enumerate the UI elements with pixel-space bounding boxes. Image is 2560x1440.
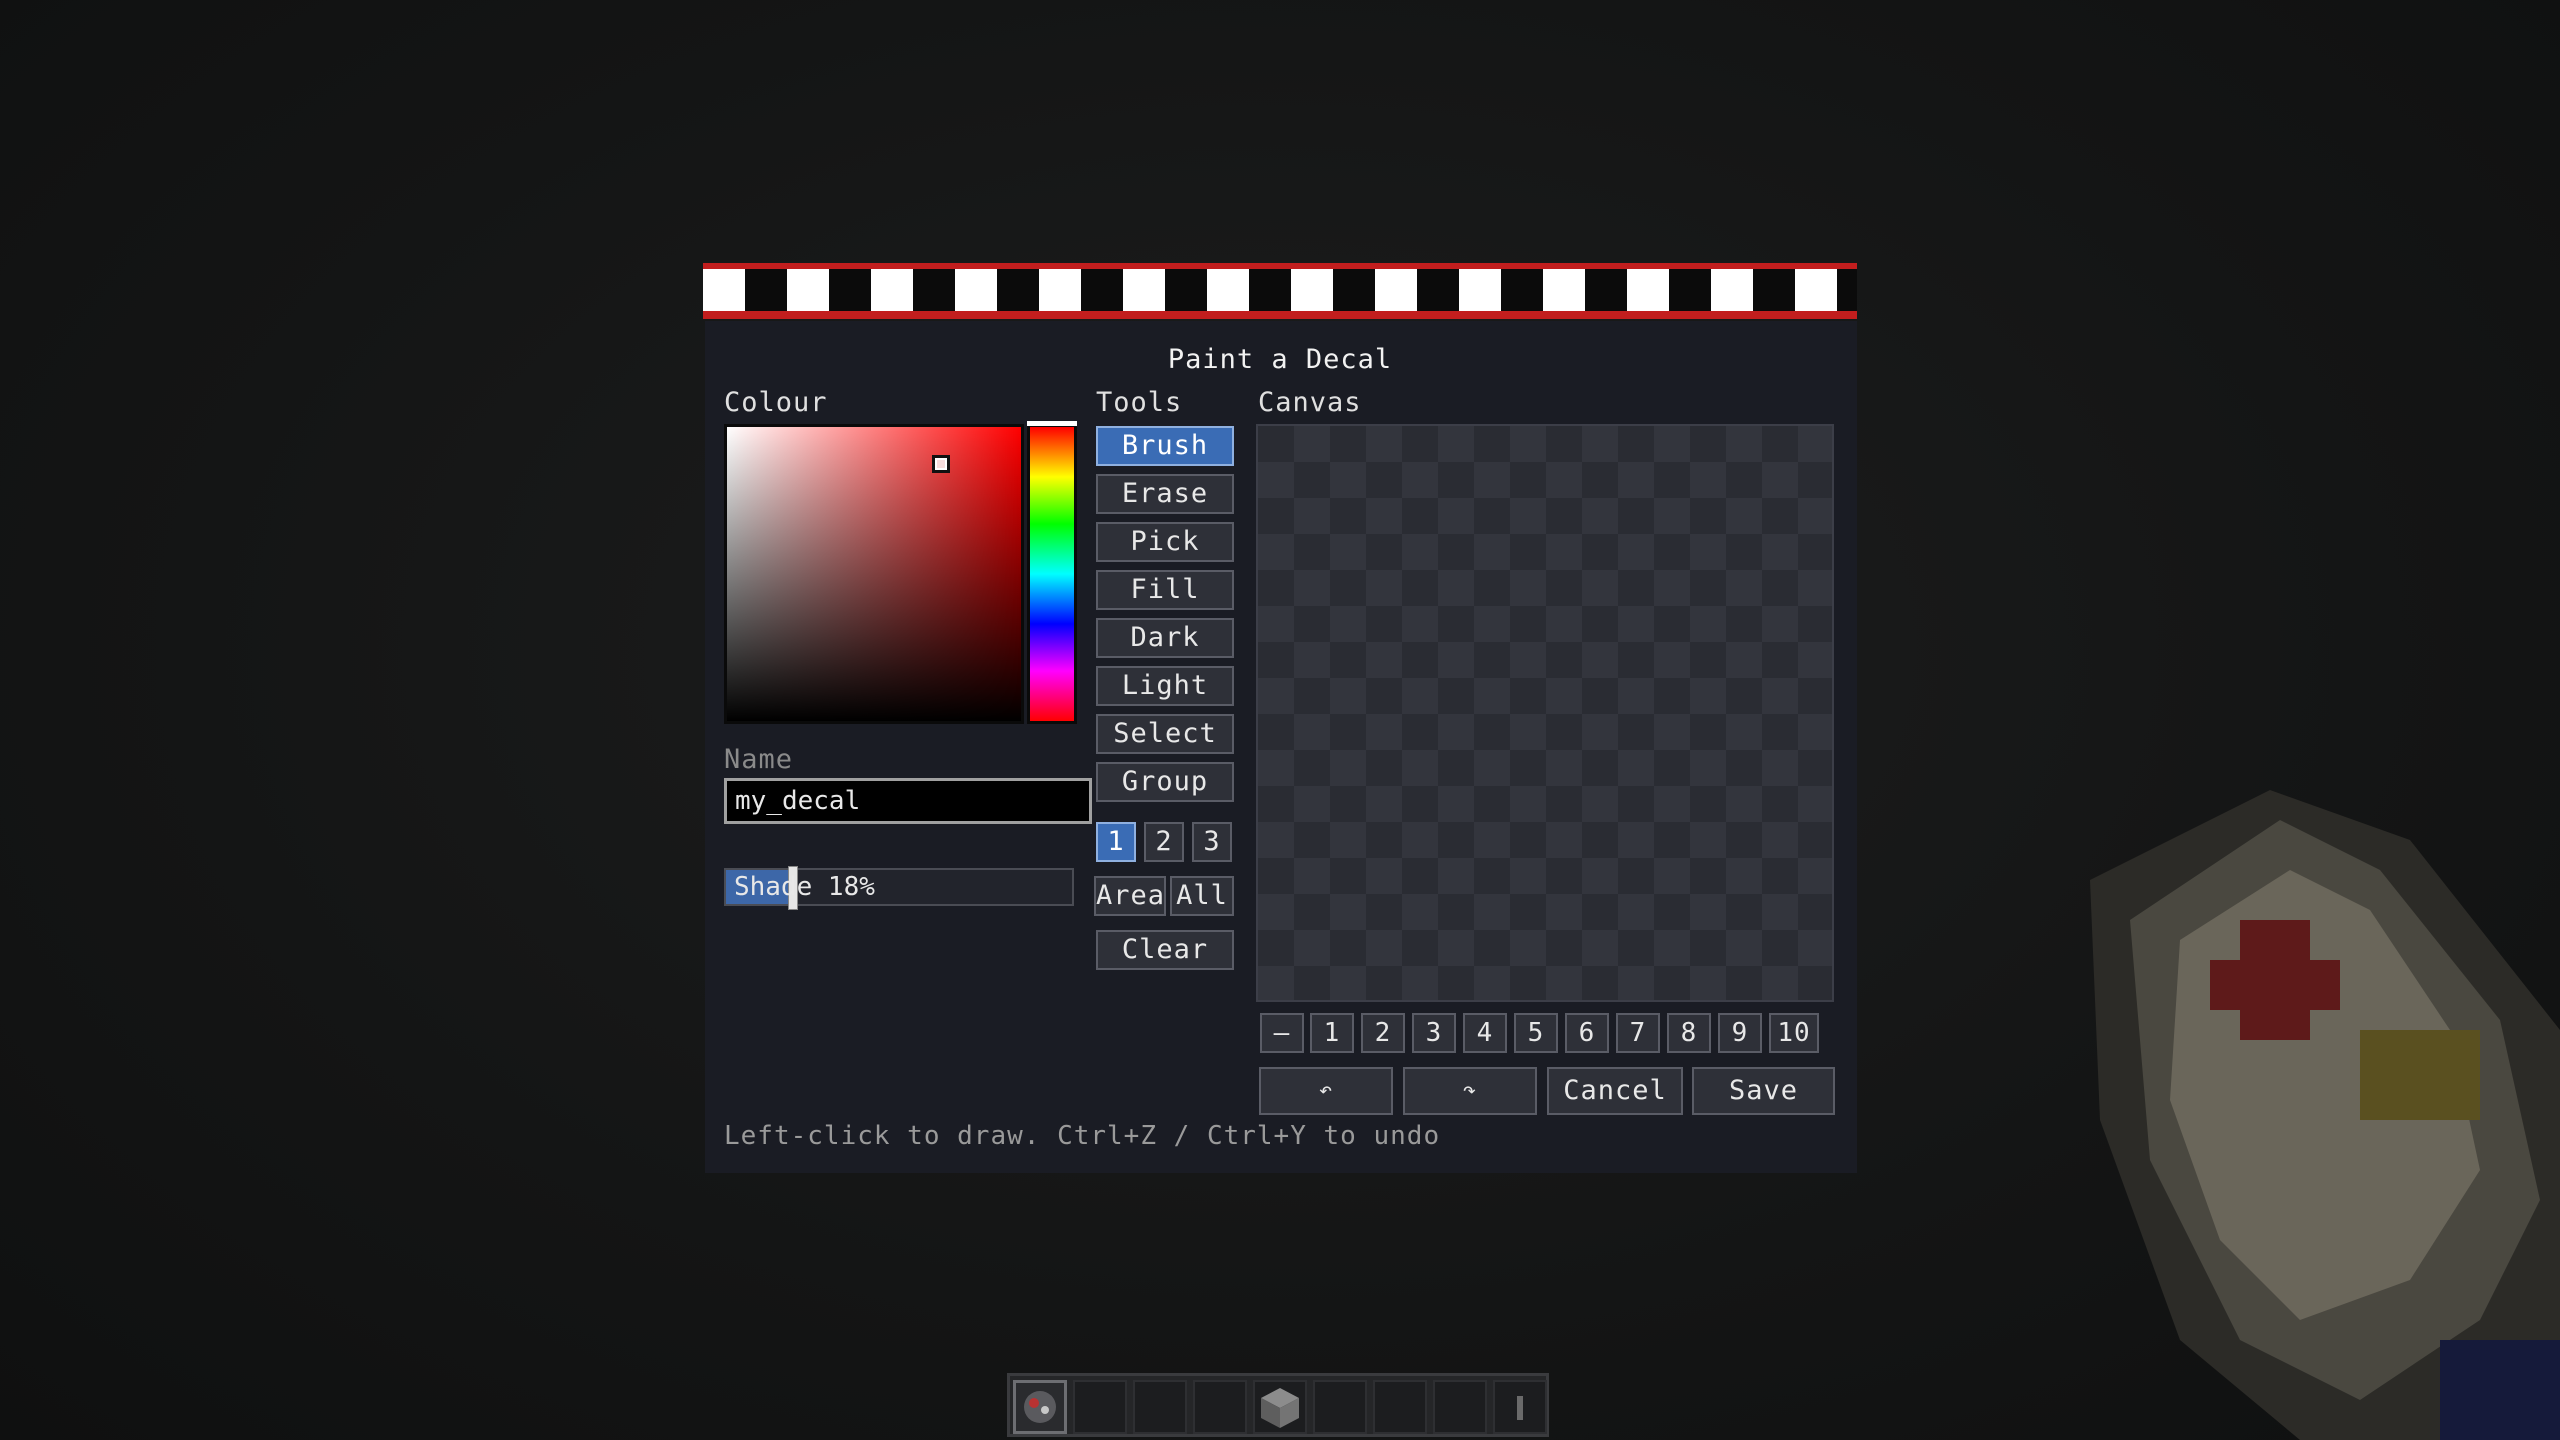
name-label: Name: [724, 744, 794, 775]
tool-light-button[interactable]: Light: [1096, 666, 1234, 706]
tool-group-button[interactable]: Group: [1096, 762, 1234, 802]
zoom-minus-button[interactable]: –: [1260, 1013, 1304, 1053]
hotbar-slot-7[interactable]: [1373, 1380, 1427, 1434]
brush-size-5-button[interactable]: 5: [1514, 1013, 1558, 1053]
brush-size-2-button[interactable]: 2: [1361, 1013, 1405, 1053]
dialog-title: Paint a Decal: [1167, 344, 1393, 375]
name-input[interactable]: [724, 778, 1092, 824]
colour-label: Colour: [724, 387, 828, 418]
undo-button[interactable]: ↶: [1259, 1067, 1393, 1115]
hotbar-slot-9[interactable]: [1493, 1380, 1547, 1434]
layer-3-button[interactable]: 3: [1192, 822, 1232, 862]
hotbar-slot-5[interactable]: [1253, 1380, 1307, 1434]
undo-icon: ↶: [1318, 1078, 1334, 1103]
canvas-label: Canvas: [1258, 387, 1362, 418]
tool-select-button[interactable]: Select: [1096, 714, 1234, 754]
cancel-button[interactable]: Cancel: [1547, 1067, 1683, 1115]
brush-size-6-button[interactable]: 6: [1565, 1013, 1609, 1053]
all-button[interactable]: All: [1170, 876, 1234, 916]
block-item-icon: [1261, 1388, 1299, 1428]
shade-slider-text: Shade 18%: [734, 872, 875, 902]
held-item-in-world: [1940, 700, 2560, 1440]
redo-icon: ↷: [1462, 1078, 1478, 1103]
tools-label: Tools: [1096, 387, 1183, 418]
shade-slider[interactable]: Shade 18%: [724, 866, 1074, 910]
decal-item-icon: [1024, 1391, 1056, 1423]
brush-size-3-button[interactable]: 3: [1412, 1013, 1456, 1053]
save-button[interactable]: Save: [1692, 1067, 1835, 1115]
hotbar-slot-8[interactable]: [1433, 1380, 1487, 1434]
saturation-value-picker[interactable]: [724, 424, 1024, 724]
tool-erase-button[interactable]: Erase: [1096, 474, 1234, 514]
hue-slider-marker[interactable]: [1027, 421, 1077, 426]
hotbar-slot-2[interactable]: [1073, 1380, 1127, 1434]
tool-fill-button[interactable]: Fill: [1096, 570, 1234, 610]
brush-size-8-button[interactable]: 8: [1667, 1013, 1711, 1053]
redo-button[interactable]: ↷: [1403, 1067, 1537, 1115]
layer-1-button[interactable]: 1: [1096, 822, 1136, 862]
decal-canvas[interactable]: [1256, 424, 1834, 1002]
brush-size-7-button[interactable]: 7: [1616, 1013, 1660, 1053]
color-picker-cursor[interactable]: [932, 455, 950, 473]
hotbar-slot-4[interactable]: [1193, 1380, 1247, 1434]
area-button[interactable]: Area: [1094, 876, 1166, 916]
clear-button[interactable]: Clear: [1096, 930, 1234, 970]
hotbar-slot-3[interactable]: [1133, 1380, 1187, 1434]
brush-size-9-button[interactable]: 9: [1718, 1013, 1762, 1053]
layer-2-button[interactable]: 2: [1144, 822, 1184, 862]
dialog-banner: [703, 263, 1857, 319]
hotbar-slot-6[interactable]: [1313, 1380, 1367, 1434]
hint-text: Left-click to draw. Ctrl+Z / Ctrl+Y to u…: [724, 1121, 1441, 1151]
brush-size-10-button[interactable]: 10: [1769, 1013, 1819, 1053]
stick-item-icon: [1517, 1396, 1523, 1420]
tool-pick-button[interactable]: Pick: [1096, 522, 1234, 562]
brush-size-4-button[interactable]: 4: [1463, 1013, 1507, 1053]
tool-brush-button[interactable]: Brush: [1096, 426, 1234, 466]
hue-slider[interactable]: [1027, 421, 1077, 724]
banner-checker-pattern: [703, 269, 1857, 311]
hotbar: [1007, 1373, 1549, 1437]
hotbar-slot-1[interactable]: [1013, 1380, 1067, 1434]
brush-size-1-button[interactable]: 1: [1310, 1013, 1354, 1053]
tool-dark-button[interactable]: Dark: [1096, 618, 1234, 658]
paint-decal-dialog: Paint a Decal Colour Name Shade 18% Tool…: [703, 263, 1857, 1173]
